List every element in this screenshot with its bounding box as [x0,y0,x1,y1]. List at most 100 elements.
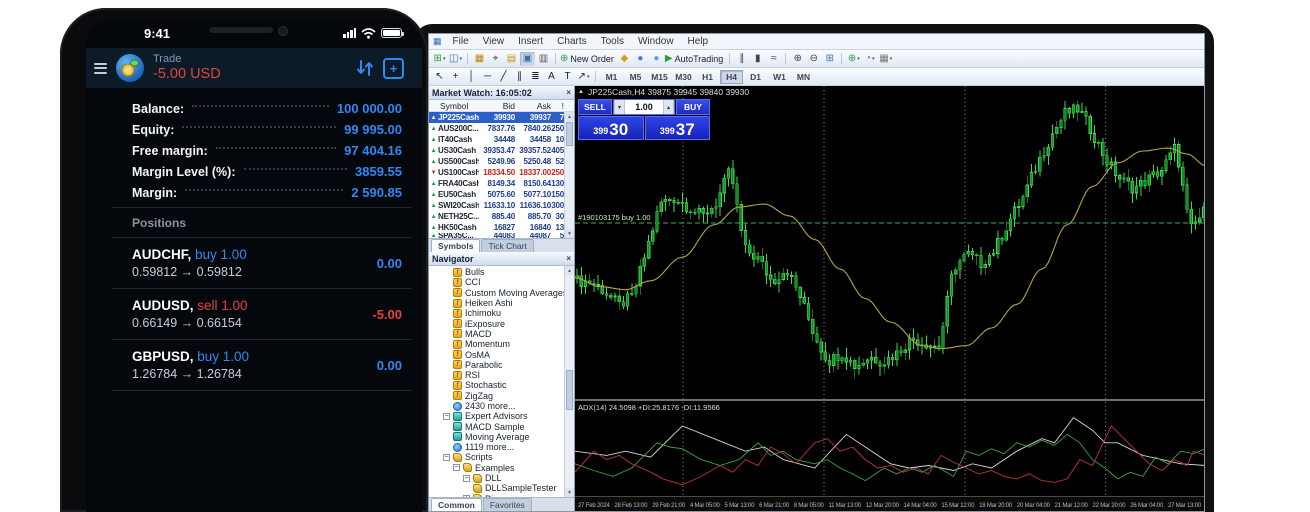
nav-item-bulls[interactable]: fBulls [429,267,574,277]
expander-open-icon[interactable]: − [443,413,450,420]
tf-mn[interactable]: MN [792,70,815,84]
nav-item-2430-more[interactable]: 2430 more... [429,401,574,411]
market-row-aus200c[interactable]: ▲AUS200C...7837.767840.26250 [429,123,565,134]
community-button[interactable]: ● [633,52,648,66]
candlestick-button[interactable]: ▮ [750,52,765,66]
volume-input[interactable] [625,100,663,114]
templates-button[interactable]: ▦▾ [878,52,893,66]
nav-item-macd[interactable]: fMACD [429,329,574,339]
tf-h1[interactable]: H1 [696,70,719,84]
indicators-button[interactable]: ⊕▾ [846,52,861,66]
market-row-us500cash[interactable]: ▲US500Cash5249.965250.4852 [429,156,565,167]
crosshair-tool[interactable]: + [448,70,463,84]
strategy-tester-toggle[interactable]: ▥ [536,52,551,66]
text-tool[interactable]: A [544,70,559,84]
tf-w1[interactable]: W1 [768,70,791,84]
position-row-audchf[interactable]: AUDCHF, buy 1.000.59812 → 0.598120.00 [86,238,422,288]
volume-increase-button[interactable]: ▴ [663,100,674,114]
fibonacci-tool[interactable]: ≣ [528,70,543,84]
hamburger-menu-icon[interactable] [94,63,107,74]
periods-button[interactable]: ◔▾ [862,52,877,66]
nav-item-dllsampletester[interactable]: DLLSampleTester [429,483,574,493]
sell-button[interactable]: SELL [578,99,612,115]
scroll-up-icon[interactable]: ▲ [565,266,574,275]
zoom-out-button[interactable]: ⊖ [806,52,821,66]
nav-item-macd-sample[interactable]: MACD Sample [429,421,574,431]
tf-m1[interactable]: M1 [600,70,623,84]
market-row-fra40cash[interactable]: ▲FRA40Cash8149.348150.64130 [429,178,565,189]
market-row-neth25c[interactable]: ▲NETH25C...885.40885.7030 [429,211,565,222]
menu-file[interactable]: File [446,36,476,47]
market-watch-scrollbar[interactable]: ▲ ▼ [564,112,574,238]
market-globe-button[interactable]: ● [649,52,664,66]
new-order-button[interactable]: + [383,58,404,79]
column-header-bid[interactable]: Bid [479,101,515,111]
column-header-symbol[interactable]: Symbol [429,101,479,111]
metaeditor-button[interactable]: ◆ [617,52,632,66]
menu-help[interactable]: Help [681,36,716,47]
market-row-swi20cash[interactable]: ▲SWI20Cash11633.1011636.10300 [429,200,565,211]
arrows-tool[interactable]: ↗▾ [576,70,591,84]
market-row-us100cash[interactable]: ▼US100Cash18334.5018337.00250 [429,167,565,178]
nav-item-ichimoku[interactable]: fIchimoku [429,308,574,318]
menu-insert[interactable]: Insert [511,36,550,47]
scroll-down-icon[interactable]: ▼ [565,488,574,497]
volume-decrease-button[interactable]: ▾ [614,100,625,114]
nav-item-heiken-ashi[interactable]: fHeiken Ashi [429,298,574,308]
navigator-scrollbar[interactable]: ▲ ▼ [564,266,574,497]
menu-view[interactable]: View [476,36,512,47]
navigator-toggle[interactable]: ▤ [504,52,519,66]
menu-charts[interactable]: Charts [550,36,593,47]
tab-tick-chart[interactable]: Tick Chart [481,239,533,252]
new-order-button[interactable]: ⊕New Order [560,52,616,66]
nav-item-zigzag[interactable]: fZigZag [429,391,574,401]
nav-item-iexposure[interactable]: fiExposure [429,318,574,328]
nav-item-scripts[interactable]: −Scripts [429,452,574,462]
nav-item-custom-moving-averages[interactable]: fCustom Moving Averages [429,288,574,298]
position-row-audusd[interactable]: AUDUSD, sell 1.000.66149 → 0.66154-5.00 [86,289,422,339]
terminal-toggle[interactable]: ▣ [520,52,535,66]
nav-item-osma[interactable]: fOsMA [429,349,574,359]
market-row-hk50cash[interactable]: ▲HK50Cash168271684013 [429,222,565,233]
close-icon[interactable]: × [566,254,571,263]
nav-item-parabolic[interactable]: fParabolic [429,360,574,370]
bar-chart-button[interactable]: ∥ [734,52,749,66]
tf-d1[interactable]: D1 [744,70,767,84]
position-row-gbpusd[interactable]: GBPUSD, buy 1.001.26784 → 1.267840.00 [86,340,422,390]
tf-m5[interactable]: M5 [624,70,647,84]
scrollbar-thumb[interactable] [566,370,573,410]
tile-windows-button[interactable]: ⊞ [822,52,837,66]
market-row-eu50cash[interactable]: ▲EU50Cash5075.605077.10150 [429,189,565,200]
nav-item-expert-advisors[interactable]: −Expert Advisors [429,411,574,421]
tab-common[interactable]: Common [431,498,482,511]
tf-h4[interactable]: H4 [720,70,743,84]
market-row-spa35c[interactable]: ▲SPA35C...44083440875 [429,233,565,238]
expander-closed-icon[interactable]: + [463,495,470,497]
buy-button[interactable]: BUY [676,99,710,115]
buy-price[interactable]: 399 37 [645,116,711,140]
nav-item-cci[interactable]: fCCI [429,277,574,287]
label-tool[interactable]: T [560,70,575,84]
new-chart-button[interactable]: ⊞▾ [432,52,447,66]
price-chart[interactable] [575,86,1204,496]
nav-item-dll[interactable]: −DLL [429,473,574,483]
scroll-up-icon[interactable]: ▲ [565,112,574,121]
zoom-in-button[interactable]: ⊕ [790,52,805,66]
market-row-jp225cash[interactable]: ▲JP225Cash39930399377 [429,112,565,123]
trendline-tool[interactable]: ╱ [496,70,511,84]
tab-symbols[interactable]: Symbols [431,239,480,252]
vertical-line-tool[interactable]: │ [464,70,479,84]
chart-area[interactable]: 27 Feb 202428 Feb 13:0029 Feb 21:004 Mar… [575,86,1204,511]
data-window-toggle[interactable]: ⌖ [488,52,503,66]
menu-tools[interactable]: Tools [594,36,631,47]
channel-tool[interactable]: ∥ [512,70,527,84]
profiles-button[interactable]: ◫▾ [448,52,463,66]
nav-item-momentum[interactable]: fMomentum [429,339,574,349]
column-header-[interactable]: ! [551,101,565,111]
tab-favorites[interactable]: Favorites [483,498,532,511]
nav-item-moving-average[interactable]: Moving Average [429,432,574,442]
tf-m15[interactable]: M15 [648,70,671,84]
column-header-ask[interactable]: Ask [515,101,551,111]
menu-window[interactable]: Window [631,36,681,47]
nav-item-stochastic[interactable]: fStochastic [429,380,574,390]
